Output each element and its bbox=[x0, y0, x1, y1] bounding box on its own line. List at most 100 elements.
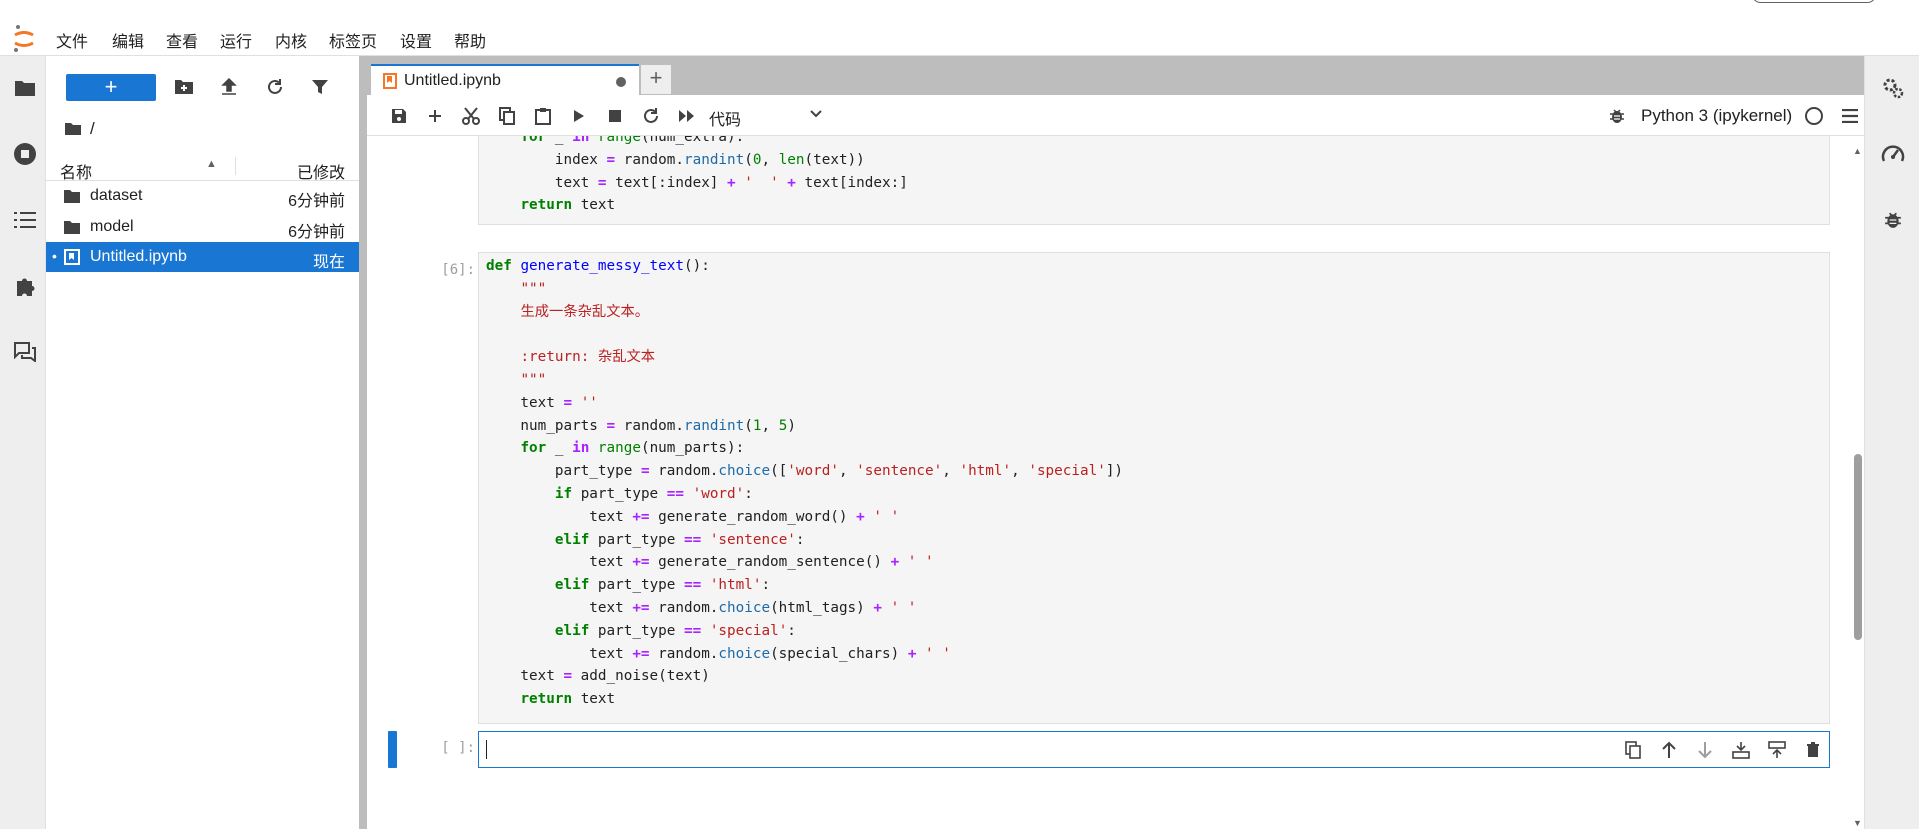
move-up-icon[interactable] bbox=[1659, 740, 1679, 760]
code-token: 生成一条杂乱文本。 bbox=[520, 303, 650, 320]
code-token: + bbox=[890, 554, 900, 571]
menu-icon[interactable] bbox=[1839, 105, 1861, 127]
code-token: text[index:] bbox=[795, 174, 908, 191]
file-row-model[interactable]: model 6分钟前 bbox=[46, 212, 359, 242]
panel-splitter[interactable] bbox=[359, 56, 367, 829]
fast-forward-icon[interactable] bbox=[676, 105, 698, 127]
code-token: in bbox=[572, 440, 590, 457]
debugger-icon[interactable] bbox=[1606, 105, 1628, 127]
top-right-control[interactable] bbox=[1752, 0, 1876, 3]
move-down-icon[interactable] bbox=[1695, 740, 1715, 760]
code-token: (html_tags) bbox=[770, 599, 874, 616]
code-token: text bbox=[486, 174, 598, 191]
file-name: model bbox=[90, 218, 134, 235]
code-line: :return: 杂乱文本 bbox=[479, 346, 1829, 369]
code-token: (num_extra): bbox=[640, 136, 745, 145]
code-token: += bbox=[632, 599, 650, 616]
column-modified-header[interactable]: 已修改 bbox=[297, 159, 345, 183]
new-launcher-button[interactable]: + bbox=[66, 74, 156, 101]
new-folder-icon[interactable] bbox=[173, 76, 195, 98]
code-line: return text bbox=[479, 688, 1829, 711]
scroll-up-arrow-icon[interactable]: ▲ bbox=[1853, 146, 1862, 156]
menu-file[interactable]: 文件 bbox=[56, 28, 88, 52]
chevron-down-icon bbox=[810, 110, 822, 118]
running-indicator: • bbox=[52, 248, 57, 264]
column-name-header[interactable]: 名称 bbox=[60, 159, 92, 183]
kernel-name[interactable]: Python 3 (ipykernel) bbox=[1641, 106, 1792, 126]
cell-type-select[interactable]: 代码 bbox=[709, 105, 822, 129]
unsaved-dot-icon[interactable] bbox=[616, 77, 626, 87]
folder-icon bbox=[64, 221, 80, 234]
sort-ascending-icon[interactable]: ▲ bbox=[206, 158, 217, 170]
active-code-cell[interactable] bbox=[478, 731, 1830, 768]
insert-cell-icon[interactable] bbox=[424, 105, 446, 127]
copy-icon[interactable] bbox=[496, 105, 518, 127]
code-token: text bbox=[486, 645, 633, 662]
extension-icon[interactable] bbox=[13, 274, 37, 298]
debugger-icon[interactable] bbox=[1881, 208, 1905, 232]
scroll-down-arrow-icon[interactable]: ▼ bbox=[1853, 818, 1862, 828]
notebook-panel[interactable]: for _ in range(num_extra): index = rando… bbox=[367, 136, 1855, 829]
code-token: part_type bbox=[486, 463, 641, 480]
code-token: elif bbox=[554, 622, 590, 639]
tab-untitled-ipynb[interactable]: Untitled.ipynb bbox=[371, 64, 639, 95]
paste-icon[interactable] bbox=[532, 105, 554, 127]
code-token: == bbox=[684, 622, 702, 639]
code-cell-generate-messy-text[interactable]: def generate_messy_text(): """ 生成一条杂乱文本。… bbox=[478, 252, 1830, 724]
code-token: range bbox=[597, 440, 641, 457]
code-token: (text)) bbox=[804, 151, 865, 168]
stop-icon[interactable] bbox=[604, 105, 626, 127]
scrollbar-thumb[interactable] bbox=[1854, 454, 1862, 640]
restart-icon[interactable] bbox=[640, 105, 662, 127]
code-token: _ bbox=[546, 136, 573, 145]
file-list-header: 名称 ▲ 已修改 bbox=[46, 151, 359, 183]
cut-icon[interactable] bbox=[460, 105, 482, 127]
upload-icon[interactable] bbox=[218, 76, 240, 98]
file-row-dataset[interactable]: dataset 6分钟前 bbox=[46, 181, 359, 211]
breadcrumb-root[interactable]: / bbox=[90, 119, 95, 139]
property-inspector-icon[interactable] bbox=[1881, 76, 1905, 100]
menu-help[interactable]: 帮助 bbox=[454, 28, 486, 52]
code-token: """ bbox=[520, 280, 547, 297]
running-sessions-icon[interactable] bbox=[13, 142, 37, 166]
column-divider[interactable] bbox=[235, 157, 236, 175]
vertical-scrollbar[interactable]: ▲ ▼ bbox=[1851, 136, 1864, 829]
code-token: : bbox=[744, 485, 753, 502]
filter-icon[interactable] bbox=[309, 76, 331, 98]
add-tab-button[interactable]: + bbox=[641, 65, 671, 94]
menu-edit[interactable]: 编辑 bbox=[112, 28, 144, 52]
menu-tabs[interactable]: 标签页 bbox=[329, 28, 377, 52]
code-token: text bbox=[486, 554, 633, 571]
code-line: index = random.randint(0, len(text)) bbox=[479, 149, 1829, 172]
code-token: """ bbox=[520, 371, 547, 388]
insert-below-icon[interactable] bbox=[1767, 740, 1787, 760]
insert-above-icon[interactable] bbox=[1731, 740, 1751, 760]
chat-icon[interactable] bbox=[13, 340, 37, 364]
resource-usage-icon[interactable] bbox=[1881, 142, 1905, 166]
code-token: return bbox=[520, 691, 573, 708]
code-token: 'sentence' bbox=[856, 463, 943, 480]
menu-settings[interactable]: 设置 bbox=[400, 28, 432, 52]
code-cell-previous[interactable]: for _ in range(num_extra): index = rando… bbox=[478, 136, 1830, 225]
menu-view[interactable]: 查看 bbox=[166, 28, 198, 52]
jupyter-logo-icon[interactable] bbox=[12, 24, 36, 54]
delete-cell-icon[interactable] bbox=[1803, 740, 1823, 760]
file-row-untitled-ipynb[interactable]: • Untitled.ipynb 现在 bbox=[46, 242, 359, 272]
save-icon[interactable] bbox=[388, 105, 410, 127]
table-of-contents-icon[interactable] bbox=[13, 208, 37, 232]
folder-icon[interactable] bbox=[13, 76, 37, 100]
tab-label: Untitled.ipynb bbox=[404, 72, 501, 89]
refresh-icon[interactable] bbox=[264, 76, 286, 98]
code-token: : bbox=[761, 577, 771, 594]
menu-run[interactable]: 运行 bbox=[220, 28, 252, 52]
run-icon[interactable] bbox=[568, 105, 590, 127]
menu-kernel[interactable]: 内核 bbox=[275, 28, 307, 52]
duplicate-cell-icon[interactable] bbox=[1623, 740, 1643, 760]
breadcrumb[interactable]: / bbox=[64, 119, 95, 139]
